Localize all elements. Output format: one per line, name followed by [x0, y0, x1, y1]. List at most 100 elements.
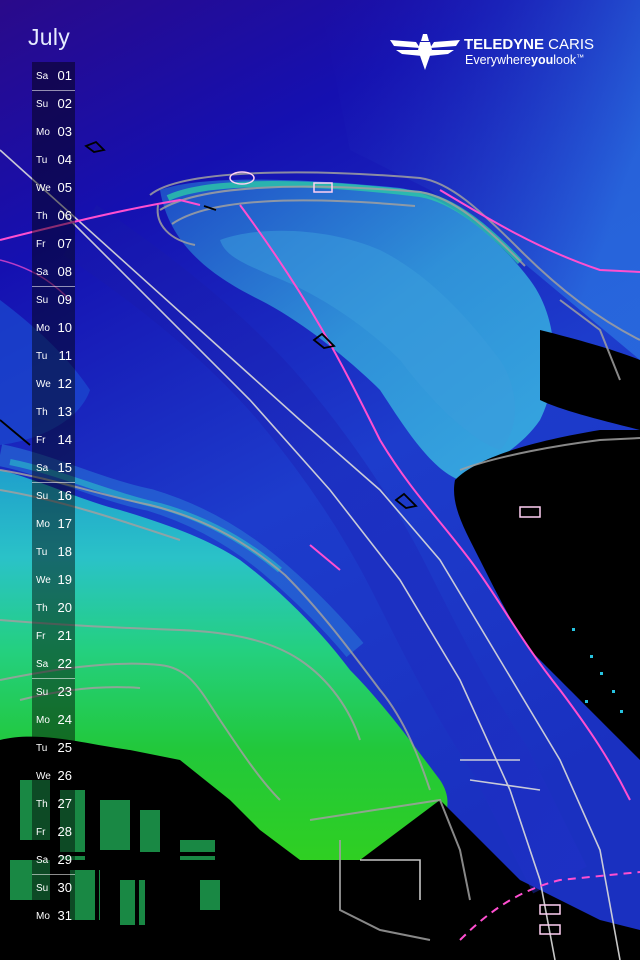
day-number: 16	[57, 488, 72, 503]
weekday-label: Mo	[36, 519, 50, 530]
weekday-label: Sa	[36, 855, 49, 866]
day-number: 03	[57, 124, 72, 139]
day-number: 11	[58, 348, 73, 363]
day-number: 12	[57, 376, 72, 391]
calendar-day: Su 09	[32, 286, 75, 314]
tagline: Everywhereyoulook™	[465, 53, 585, 67]
weekday-label: Sa	[36, 71, 49, 82]
calendar-day: We 05	[32, 174, 75, 202]
weekday-label: Fr	[36, 239, 46, 250]
calendar-day: Fr 14	[32, 426, 75, 454]
calendar-day: Mo 03	[32, 118, 75, 146]
weekday-label: Tu	[36, 547, 48, 558]
day-number: 26	[57, 768, 72, 783]
calendar-day: Su 02	[32, 90, 75, 118]
day-number: 29	[57, 852, 72, 867]
calendar-day: We 12	[32, 370, 75, 398]
day-number: 17	[57, 516, 72, 531]
calendar-day: Fr 21	[32, 622, 75, 650]
calendar-day: Tu 18	[32, 538, 75, 566]
weekday-label: Tu	[36, 743, 48, 754]
day-number: 09	[57, 292, 72, 307]
calendar-day: Fr 07	[32, 230, 75, 258]
weekday-label: Th	[36, 603, 48, 614]
weekday-label: Su	[36, 883, 49, 894]
calendar-day: Sa 15	[32, 454, 75, 482]
calendar-day: Mo 24	[32, 706, 75, 734]
calendar-day: Sa 01	[32, 62, 75, 90]
month-title: July	[28, 24, 71, 50]
calendar-day: Th 20	[32, 594, 75, 622]
day-number: 24	[57, 712, 72, 727]
calendar-day: Mo 31	[32, 902, 75, 930]
weekday-label: Su	[36, 491, 49, 502]
weekday-label: Mo	[36, 911, 50, 922]
weekday-label: Tu	[36, 351, 48, 362]
calendar-day: Tu 25	[32, 734, 75, 762]
calendar-day: Mo 17	[32, 510, 75, 538]
weekday-label: Mo	[36, 127, 50, 138]
day-number: 05	[57, 180, 72, 195]
calendar-day: Tu 04	[32, 146, 75, 174]
weekday-label: Th	[36, 211, 48, 222]
weekday-label: Th	[36, 799, 48, 810]
day-number: 02	[57, 96, 72, 111]
day-number: 08	[57, 264, 72, 279]
weekday-label: Sa	[36, 267, 49, 278]
day-number: 10	[57, 320, 72, 335]
calendar-day: Sa 22	[32, 650, 75, 678]
day-number: 25	[57, 740, 72, 755]
calendar-day: Tu 11	[32, 342, 75, 370]
weekday-label: Su	[36, 687, 49, 698]
calendar-strip: Sa 01 Su 02 Mo 03 Tu 04 We 05 Th 06 Fr 07 Sa 08 Su 09 Mo 10…	[32, 62, 75, 934]
weekday-label: Mo	[36, 715, 50, 726]
day-number: 19	[57, 572, 72, 587]
weekday-label: Th	[36, 407, 48, 418]
calendar-day: Sa 29	[32, 846, 75, 874]
weekday-label: Fr	[36, 631, 46, 642]
weekday-label: We	[36, 575, 51, 586]
weekday-label: We	[36, 771, 51, 782]
bathymetry-map	[0, 0, 640, 960]
brand-name: TELEDYNE CARIS	[464, 36, 595, 53]
day-number: 30	[57, 880, 72, 895]
weekday-label: Mo	[36, 323, 50, 334]
day-number: 06	[57, 208, 72, 223]
calendar-day: Mo 10	[32, 314, 75, 342]
calendar-day: Fr 28	[32, 818, 75, 846]
day-number: 14	[57, 432, 72, 447]
day-number: 27	[57, 796, 72, 811]
day-number: 04	[57, 152, 72, 167]
calendar-day: Sa 08	[32, 258, 75, 286]
calendar-day: Th 06	[32, 202, 75, 230]
weekday-label: Su	[36, 295, 49, 306]
day-number: 23	[57, 684, 72, 699]
eagle-logo-icon	[390, 34, 460, 70]
weekday-label: Tu	[36, 155, 48, 166]
day-number: 18	[57, 544, 72, 559]
day-number: 15	[57, 460, 72, 475]
calendar-day: Th 27	[32, 790, 75, 818]
day-number: 07	[57, 236, 72, 251]
weekday-label: Fr	[36, 827, 46, 838]
day-number: 31	[57, 908, 72, 923]
weekday-label: Sa	[36, 463, 49, 474]
calendar-day: We 26	[32, 762, 75, 790]
calendar-day: Su 16	[32, 482, 75, 510]
weekday-label: Fr	[36, 435, 46, 446]
calendar-day: We 19	[32, 566, 75, 594]
day-number: 21	[57, 628, 72, 643]
day-number: 28	[57, 824, 72, 839]
weekday-label: Su	[36, 99, 49, 110]
calendar-day: Su 30	[32, 874, 75, 902]
day-number: 22	[57, 656, 72, 671]
teledyne-caris-logo: TELEDYNE CARIS Everywhereyoulook™	[390, 34, 610, 74]
calendar-day: Th 13	[32, 398, 75, 426]
weekday-label: We	[36, 183, 51, 194]
day-number: 13	[57, 404, 72, 419]
calendar-day: Su 23	[32, 678, 75, 706]
weekday-label: We	[36, 379, 51, 390]
weekday-label: Sa	[36, 659, 49, 670]
day-number: 01	[57, 68, 72, 83]
day-number: 20	[57, 600, 72, 615]
